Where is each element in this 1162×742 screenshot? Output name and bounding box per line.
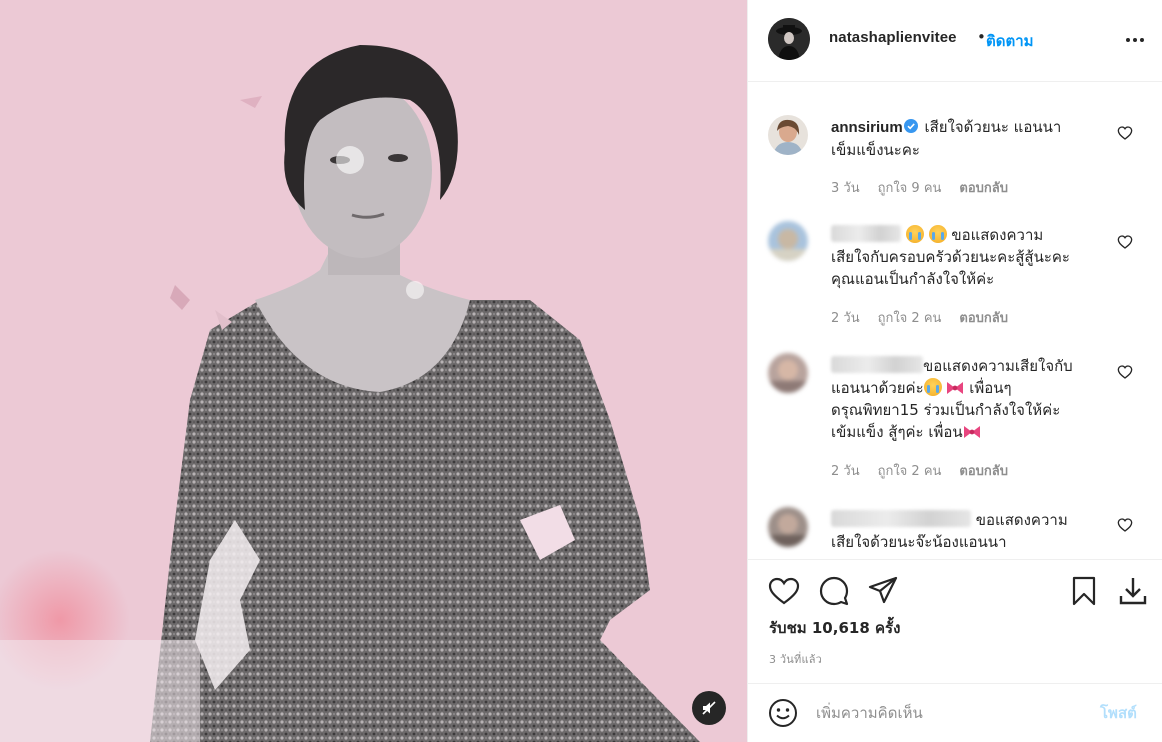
follow-button[interactable]: ติดตาม: [986, 29, 1034, 53]
download-icon[interactable]: [1117, 575, 1149, 607]
comment-text-line: เพื่อนๆ: [969, 379, 1012, 397]
post-actions: รับชม 10,618 ครั้ง 3 วันที่แล้ว: [748, 559, 1162, 683]
comment-input[interactable]: [816, 700, 1086, 726]
heart-outline-icon[interactable]: [1117, 517, 1133, 533]
comment-composer: โพสต์: [748, 683, 1162, 742]
crying-face-icon: [928, 225, 947, 243]
emoji-smiley-icon[interactable]: [768, 698, 798, 728]
author-avatar[interactable]: [768, 18, 810, 60]
comment-text-line: เสียใจด้วยนะจ๊ะน้องแอนนา: [831, 533, 1007, 551]
commenter-avatar[interactable]: [768, 353, 808, 393]
comments-list[interactable]: annsirium เสียใจด้วยนะ แอนนา เข็มแข็งนะค…: [748, 83, 1162, 559]
comment-text-line: ดรุณพิทยา15 ร่วมเป็นกำลังใจให้ค่ะ: [831, 401, 1061, 419]
reply-button[interactable]: ตอบกลับ: [959, 311, 1008, 326]
comment-body: ขอแสดงความ เสียใจด้วยนะจ๊ะน้องแอนนา: [831, 509, 1101, 553]
post-header: natashaplienvitee • ติดตาม: [748, 0, 1162, 82]
post-media-video[interactable]: [0, 0, 747, 742]
bookmark-icon[interactable]: [1068, 575, 1100, 607]
heart-outline-icon[interactable]: [1117, 234, 1133, 250]
comment-body: annsirium เสียใจด้วยนะ แอนนา เข็มแข็งนะค…: [831, 116, 1093, 161]
mute-toggle-button[interactable]: [692, 691, 726, 725]
like-heart-icon[interactable]: [768, 575, 800, 607]
post-side-panel: natashaplienvitee • ติดตาม annsirium เสี…: [747, 0, 1162, 742]
comment-time[interactable]: 2 วัน: [831, 311, 860, 326]
crying-face-icon: [905, 225, 924, 243]
comment-text-line: เข็มแข็งนะคะ: [831, 141, 920, 159]
comment-time[interactable]: 2 วัน: [831, 464, 860, 479]
speaker-muted-icon: [702, 701, 716, 715]
reply-button[interactable]: ตอบกลับ: [959, 464, 1008, 479]
comment-text-line: เข้มแข็ง สู้ๆค่ะ เพื่อน: [831, 423, 963, 441]
commenter-avatar[interactable]: [768, 115, 808, 155]
commenter-avatar[interactable]: [768, 221, 808, 261]
comment-text-line: เสียใจด้วยนะ แอนนา: [924, 118, 1062, 136]
comment-likes[interactable]: ถูกใจ 2 คน: [878, 464, 942, 479]
heart-outline-icon[interactable]: [1117, 364, 1133, 380]
author-username[interactable]: natashaplienvitee: [829, 29, 957, 46]
verified-badge-icon: [903, 119, 918, 133]
comment-meta: 3 วัน ถูกใจ 9 คน ตอบกลับ: [831, 177, 1026, 198]
heart-outline-icon[interactable]: [1117, 125, 1133, 141]
comment-likes[interactable]: ถูกใจ 9 คน: [878, 181, 942, 196]
comment-text-line: เสียใจกับครอบครัวด้วยนะคะสู้สู้นะคะ: [831, 248, 1070, 266]
commenter-username-hidden[interactable]: [831, 510, 971, 527]
more-horizontal-icon[interactable]: [1124, 30, 1146, 50]
crying-face-icon: [923, 378, 942, 396]
commenter-username-hidden[interactable]: [831, 225, 901, 242]
comment-text-line: ขอแสดงความ: [951, 226, 1044, 244]
post-comment-button[interactable]: โพสต์: [1100, 701, 1137, 725]
ribbon-bow-icon: [963, 426, 980, 438]
comment-text-line: คุณแอนเป็นกำลังใจให้ค่ะ: [831, 270, 995, 288]
comment-body: ขอแสดงความเสียใจกับ แอนนาด้วยค่ะ เพื่อนๆ…: [831, 355, 1101, 443]
commenter-username[interactable]: annsirium: [831, 119, 903, 136]
comment-bubble-icon[interactable]: [818, 575, 850, 607]
commenter-avatar[interactable]: [768, 507, 808, 547]
comment-text-line: ขอแสดงความเสียใจกับ: [923, 357, 1073, 375]
comment-text-line: แอนนาด้วยค่ะ: [831, 379, 924, 397]
share-send-icon[interactable]: [867, 575, 899, 607]
post-timestamp[interactable]: 3 วันที่แล้ว: [769, 650, 822, 668]
commenter-username-hidden[interactable]: [831, 356, 923, 373]
reply-button[interactable]: ตอบกลับ: [959, 181, 1008, 196]
comment-meta: 2 วัน ถูกใจ 2 คน ตอบกลับ: [831, 307, 1026, 328]
view-count[interactable]: รับชม 10,618 ครั้ง: [769, 616, 900, 640]
header-separator: •: [977, 28, 986, 46]
ribbon-bow-icon: [947, 382, 964, 394]
post-photo: [0, 0, 747, 742]
comment-likes[interactable]: ถูกใจ 2 คน: [878, 311, 942, 326]
comment-text-line: ขอแสดงความ: [975, 511, 1068, 529]
comment-time[interactable]: 3 วัน: [831, 181, 860, 196]
comment-meta: 2 วัน ถูกใจ 2 คน ตอบกลับ: [831, 460, 1026, 481]
comment-body: ขอแสดงความ เสียใจกับครอบครัวด้วยนะคะสู้ส…: [831, 224, 1093, 290]
